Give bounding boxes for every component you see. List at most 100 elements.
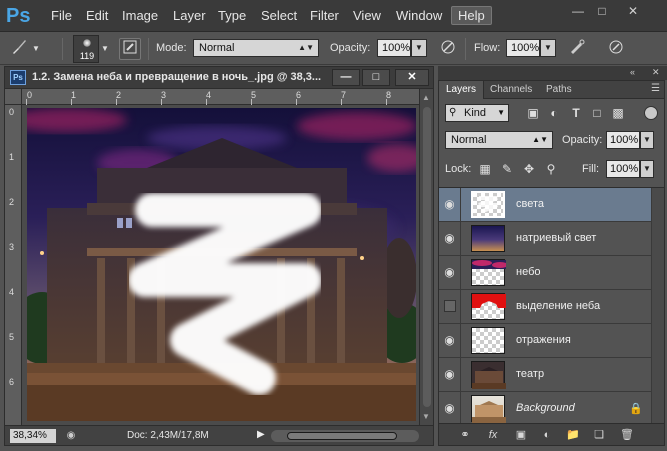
- layer-row-sodium-light[interactable]: ◉ натриевый свет: [439, 222, 651, 256]
- horizontal-ruler[interactable]: 0 1 2 3 4 5 6 7 8: [22, 89, 419, 105]
- fill-dropdown-icon[interactable]: ▼: [640, 160, 654, 178]
- lock-position-icon[interactable]: ✥: [521, 161, 537, 177]
- layer-row-sveta[interactable]: ◉ света: [439, 188, 651, 222]
- layer-opacity-input[interactable]: 100%: [606, 131, 640, 149]
- tab-layers[interactable]: Layers: [439, 81, 485, 99]
- lock-row: Lock: ▦ ✎ ✥ ⚲ Fill: 100% ▼: [439, 157, 664, 181]
- status-menu-arrow-icon[interactable]: ▶: [257, 429, 265, 440]
- visibility-toggle[interactable]: [439, 290, 461, 323]
- dropdown-icon: ▼: [497, 108, 505, 117]
- opacity-dropdown-icon[interactable]: ▼: [411, 39, 427, 57]
- pixel-filter-icon[interactable]: ▣: [525, 105, 541, 121]
- doc-minimize-icon[interactable]: —: [332, 69, 360, 86]
- eye-icon[interactable]: ◉: [439, 392, 461, 423]
- options-bar: ▼ 119 ▼ Mode: Normal ▲▼ Opacity: 100% ▼ …: [0, 32, 667, 65]
- link-layers-icon[interactable]: ⚭: [457, 428, 473, 442]
- eye-icon[interactable]: ◉: [439, 324, 461, 357]
- restore-icon[interactable]: □: [591, 3, 613, 19]
- document-window: Ps 1.2. Замена неба и превращение в ночь…: [4, 66, 434, 446]
- tool-preset-dropdown-icon[interactable]: ▼: [30, 38, 42, 60]
- vertical-ruler[interactable]: 0 1 2 3 4 5 6: [5, 105, 22, 425]
- flow-input[interactable]: 100%: [506, 39, 540, 57]
- lock-all-icon[interactable]: ⚲: [543, 161, 559, 177]
- layer-opacity-dropdown-icon[interactable]: ▼: [640, 131, 654, 149]
- collapse-icon[interactable]: «: [630, 67, 635, 77]
- canvas-image: [27, 108, 416, 421]
- vertical-scrollbar[interactable]: ▲ ▼: [419, 89, 433, 425]
- fill-input[interactable]: 100%: [606, 160, 640, 178]
- lock-pixels-icon[interactable]: ✎: [499, 161, 515, 177]
- zoom-level-input[interactable]: 38,34%: [10, 429, 56, 443]
- shape-filter-icon[interactable]: □: [589, 105, 605, 121]
- scroll-thumb[interactable]: [423, 107, 431, 407]
- ruler-mark: [296, 99, 297, 105]
- flow-dropdown-icon[interactable]: ▼: [540, 39, 556, 57]
- brush-size: 119: [79, 51, 95, 61]
- brush-preset-picker[interactable]: 119: [73, 35, 99, 63]
- tab-channels[interactable]: Channels: [483, 81, 539, 99]
- layer-row-background[interactable]: ◉ Background 🔒: [439, 392, 651, 423]
- adjustment-layer-icon[interactable]: ◐: [539, 428, 555, 442]
- filter-toggle-icon[interactable]: [644, 106, 658, 120]
- doc-restore-icon[interactable]: □: [362, 69, 390, 86]
- eye-icon[interactable]: ◉: [439, 188, 461, 221]
- kind-filter-select[interactable]: ⚲ Kind ▼: [445, 104, 509, 122]
- scroll-down-icon[interactable]: ▼: [422, 412, 430, 421]
- delete-layer-icon[interactable]: 🗑: [619, 428, 635, 442]
- layer-row-theater[interactable]: ◉ театр: [439, 358, 651, 392]
- brush-picker-dropdown-icon[interactable]: ▼: [99, 38, 111, 60]
- layer-row-sky-selection[interactable]: выделение неба: [439, 290, 651, 324]
- layer-name: Background: [516, 402, 575, 414]
- scroll-thumb[interactable]: [287, 432, 397, 440]
- smart-object-filter-icon[interactable]: ▩: [610, 105, 626, 121]
- eye-icon[interactable]: ◉: [439, 256, 461, 289]
- menu-window[interactable]: Window: [396, 8, 442, 23]
- opacity-input[interactable]: 100%: [377, 39, 411, 57]
- menu-file[interactable]: File: [51, 8, 72, 23]
- menu-layer[interactable]: Layer: [173, 8, 206, 23]
- layer-row-sky[interactable]: ◉ небо: [439, 256, 651, 290]
- layers-scrollbar[interactable]: [651, 188, 664, 423]
- scroll-up-icon[interactable]: ▲: [422, 93, 430, 102]
- pressure-opacity-icon[interactable]: [437, 38, 459, 60]
- menu-filter[interactable]: Filter: [310, 8, 339, 23]
- brush-panel-toggle-icon[interactable]: [119, 38, 141, 60]
- lock-transparency-icon[interactable]: ▦: [477, 161, 493, 177]
- menu-image[interactable]: Image: [122, 8, 158, 23]
- blend-mode-select[interactable]: Normal ▲▼: [445, 131, 553, 149]
- new-layer-icon[interactable]: ❏: [591, 428, 607, 442]
- minimize-icon[interactable]: —: [567, 3, 589, 19]
- brush-tool-icon[interactable]: [8, 38, 30, 60]
- pressure-size-icon[interactable]: [605, 38, 627, 60]
- panel-dock-strip: « ✕: [438, 66, 667, 80]
- add-mask-icon[interactable]: ▣: [513, 428, 529, 442]
- menu-view[interactable]: View: [353, 8, 381, 23]
- panel-menu-icon[interactable]: ☰: [651, 83, 660, 94]
- document-title-bar[interactable]: Ps 1.2. Замена неба и превращение в ночь…: [5, 67, 433, 89]
- layer-row-reflections[interactable]: ◉ отражения: [439, 324, 651, 358]
- panel-close-icon[interactable]: ✕: [652, 67, 660, 78]
- layers-panel: Layers Channels Paths ☰ ⚲ Kind ▼ ▣ ◐ T □…: [438, 80, 665, 446]
- new-group-icon[interactable]: 📁: [565, 428, 581, 442]
- close-icon[interactable]: ✕: [622, 3, 644, 19]
- horizontal-scrollbar[interactable]: [271, 430, 419, 442]
- layer-style-icon[interactable]: fx: [485, 428, 501, 442]
- airbrush-icon[interactable]: [566, 38, 588, 60]
- menu-help[interactable]: Help: [451, 6, 492, 25]
- doc-close-icon[interactable]: ✕: [395, 69, 429, 86]
- adjustment-filter-icon[interactable]: ◐: [546, 105, 562, 121]
- ruler-mark: [206, 99, 207, 105]
- mode-label: Mode:: [156, 42, 187, 54]
- menu-edit[interactable]: Edit: [86, 8, 108, 23]
- ruler-mark: [251, 99, 252, 105]
- document-canvas[interactable]: [27, 108, 416, 421]
- menu-select[interactable]: Select: [261, 8, 297, 23]
- eye-icon[interactable]: ◉: [439, 222, 461, 255]
- tab-paths[interactable]: Paths: [539, 81, 579, 99]
- type-filter-icon[interactable]: T: [568, 105, 584, 121]
- menu-type[interactable]: Type: [218, 8, 246, 23]
- export-icon[interactable]: ◉: [63, 428, 79, 444]
- mode-select[interactable]: Normal ▲▼: [193, 39, 319, 57]
- eye-icon[interactable]: ◉: [439, 358, 461, 391]
- ruler-origin[interactable]: [5, 89, 22, 105]
